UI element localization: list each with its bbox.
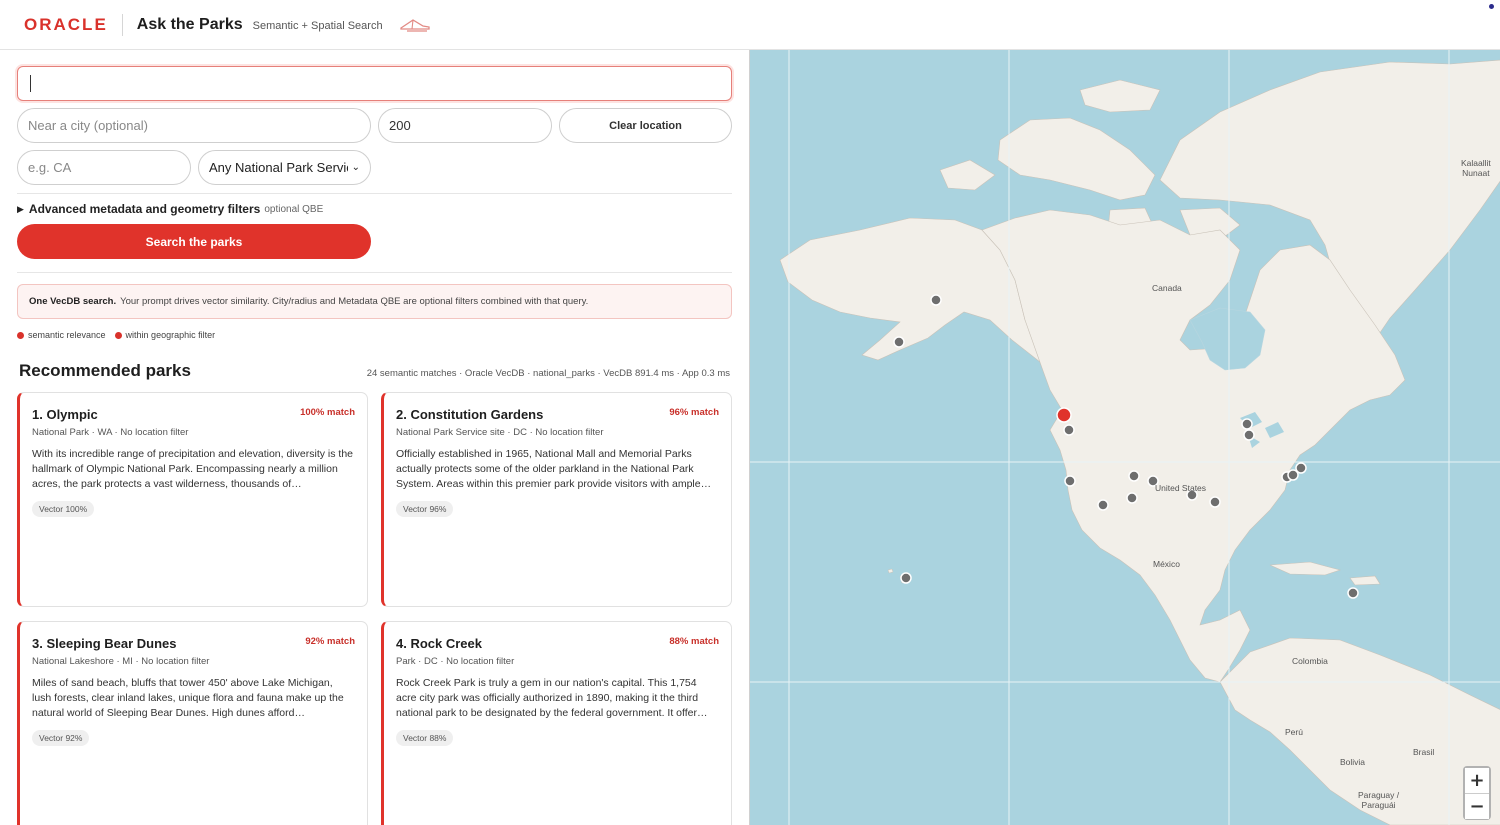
state-input[interactable] xyxy=(17,150,191,185)
card-meta: Park · DC · No location filter xyxy=(396,656,515,667)
park-marker[interactable] xyxy=(1295,462,1307,474)
text-caret xyxy=(30,75,31,92)
label-colombia: Colombia xyxy=(1292,656,1328,666)
search-button[interactable]: Search the parks xyxy=(17,224,371,259)
app-title: Ask the Parks xyxy=(136,15,243,33)
park-marker[interactable] xyxy=(1126,492,1138,504)
caribbean-shape xyxy=(1269,561,1381,586)
card-title: 3. Sleeping Bear Dunes xyxy=(32,636,177,651)
card-meta: National Park Service site · DC · No loc… xyxy=(396,427,604,438)
park-marker[interactable] xyxy=(1347,587,1359,599)
app-header: ORACLE Ask the Parks Semantic + Spatial … xyxy=(0,0,1500,50)
zoom-control: + − xyxy=(1463,766,1491,820)
top-match-marker[interactable] xyxy=(1056,407,1072,423)
vector-score-chip: Vector 100% xyxy=(32,501,95,517)
park-marker[interactable] xyxy=(1063,424,1075,436)
park-card[interactable]: 4. Rock Creek 88% match Park · DC · No l… xyxy=(381,621,732,825)
park-marker[interactable] xyxy=(1128,470,1140,482)
card-description: Rock Creek Park is truly a gem in our na… xyxy=(396,677,708,719)
card-description: Miles of sand beach, bluffs that tower 4… xyxy=(32,677,344,719)
park-marker[interactable] xyxy=(1243,429,1255,441)
park-marker[interactable] xyxy=(1241,418,1253,430)
label-mexico: México xyxy=(1153,559,1180,569)
advanced-filters-toggle[interactable]: ▶ Advanced metadata and geometry filters… xyxy=(17,202,323,216)
note-bold: One VecDB search. xyxy=(29,296,117,307)
divider xyxy=(17,272,732,273)
designation-selected: Any National Park Service xyxy=(209,160,348,175)
city-input[interactable] xyxy=(17,108,371,143)
vector-score-chip: Vector 92% xyxy=(32,730,90,746)
tent-icon xyxy=(399,18,430,32)
park-marker[interactable] xyxy=(900,572,912,584)
card-match: 92% match xyxy=(305,636,355,647)
card-match: 100% match xyxy=(300,407,355,418)
park-marker[interactable] xyxy=(1209,496,1221,508)
legend-geographic: within geographic filter xyxy=(125,330,216,340)
card-meta: National Lakeshore · MI · No location fi… xyxy=(32,656,210,667)
card-meta: National Park · WA · No location filter xyxy=(32,427,189,438)
zoom-out-button[interactable]: − xyxy=(1465,794,1489,819)
park-marker[interactable] xyxy=(930,294,942,306)
status-indicator xyxy=(1489,4,1494,9)
card-description: With its incredible range of precipitati… xyxy=(32,448,353,490)
label-brasil: Brasil xyxy=(1413,747,1435,757)
card-title: 2. Constitution Gardens xyxy=(396,407,544,422)
card-title: 4. Rock Creek xyxy=(396,636,482,651)
oracle-logo[interactable]: ORACLE xyxy=(24,15,108,35)
results-title: Recommended parks xyxy=(19,361,191,380)
park-card[interactable]: 2. Constitution Gardens 96% match Nation… xyxy=(381,392,732,607)
label-canada: Canada xyxy=(1152,283,1182,293)
radius-input[interactable] xyxy=(378,108,552,143)
header-divider xyxy=(121,13,123,36)
note-text: Your prompt drives vector similarity. Ci… xyxy=(120,296,589,307)
vector-score-chip: Vector 88% xyxy=(396,730,454,746)
advanced-optional-label: optional QBE xyxy=(264,203,324,215)
card-match: 88% match xyxy=(669,636,719,647)
label-kalaallit-nunaat: Kalaallit Nunaat xyxy=(1461,158,1491,178)
search-panel: Clear location Any National Park Service… xyxy=(0,50,749,825)
results-stats: 24 semantic matches · Oracle VecDB · nat… xyxy=(366,368,730,379)
geographic-dot-icon xyxy=(114,331,122,339)
label-kalaallit-line1: Kalaallit xyxy=(1461,158,1491,168)
park-card[interactable]: 3. Sleeping Bear Dunes 92% match Nationa… xyxy=(17,621,368,825)
card-title: 1. Olympic xyxy=(32,407,98,422)
app-subtitle: Semantic + Spatial Search xyxy=(252,20,383,32)
info-note: One VecDB search. Your prompt drives vec… xyxy=(17,284,732,319)
map-canvas[interactable] xyxy=(750,50,1500,825)
chevron-down-icon: ⌄ xyxy=(351,162,360,173)
label-peru: Perú xyxy=(1285,727,1303,737)
label-paraguay-line1: Paraguay / xyxy=(1358,790,1400,800)
park-map[interactable]: Canada United States México Colombia Per… xyxy=(749,50,1500,825)
divider xyxy=(17,193,732,194)
park-marker[interactable] xyxy=(1064,475,1076,487)
semantic-dot-icon xyxy=(17,331,24,339)
zoom-in-button[interactable]: + xyxy=(1465,768,1489,793)
disclosure-triangle-icon: ▶ xyxy=(17,203,24,214)
label-kalaallit-line2: Nunaat xyxy=(1462,168,1490,178)
prompt-input[interactable] xyxy=(17,66,732,101)
map-legend: semantic relevance within geographic fil… xyxy=(17,330,224,340)
designation-select[interactable]: Any National Park Service ⌄ xyxy=(198,150,371,185)
label-united-states: United States xyxy=(1155,483,1207,493)
card-match: 96% match xyxy=(669,407,719,418)
label-paraguay-line2: Paraguái xyxy=(1361,800,1396,810)
label-bolivia: Bolivia xyxy=(1340,757,1366,767)
card-description: Officially established in 1965, National… xyxy=(396,448,712,490)
legend-semantic: semantic relevance xyxy=(28,330,106,340)
north-america-shape xyxy=(981,209,1406,683)
advanced-filters-label: Advanced metadata and geometry filters xyxy=(28,202,261,216)
clear-location-button[interactable]: Clear location xyxy=(559,108,732,143)
park-marker[interactable] xyxy=(1097,499,1109,511)
park-card[interactable]: 1. Olympic 100% match National Park · WA… xyxy=(17,392,368,607)
vector-score-chip: Vector 96% xyxy=(396,501,454,517)
park-marker[interactable] xyxy=(893,336,905,348)
label-paraguay: Paraguay / Paraguái xyxy=(1358,790,1399,810)
